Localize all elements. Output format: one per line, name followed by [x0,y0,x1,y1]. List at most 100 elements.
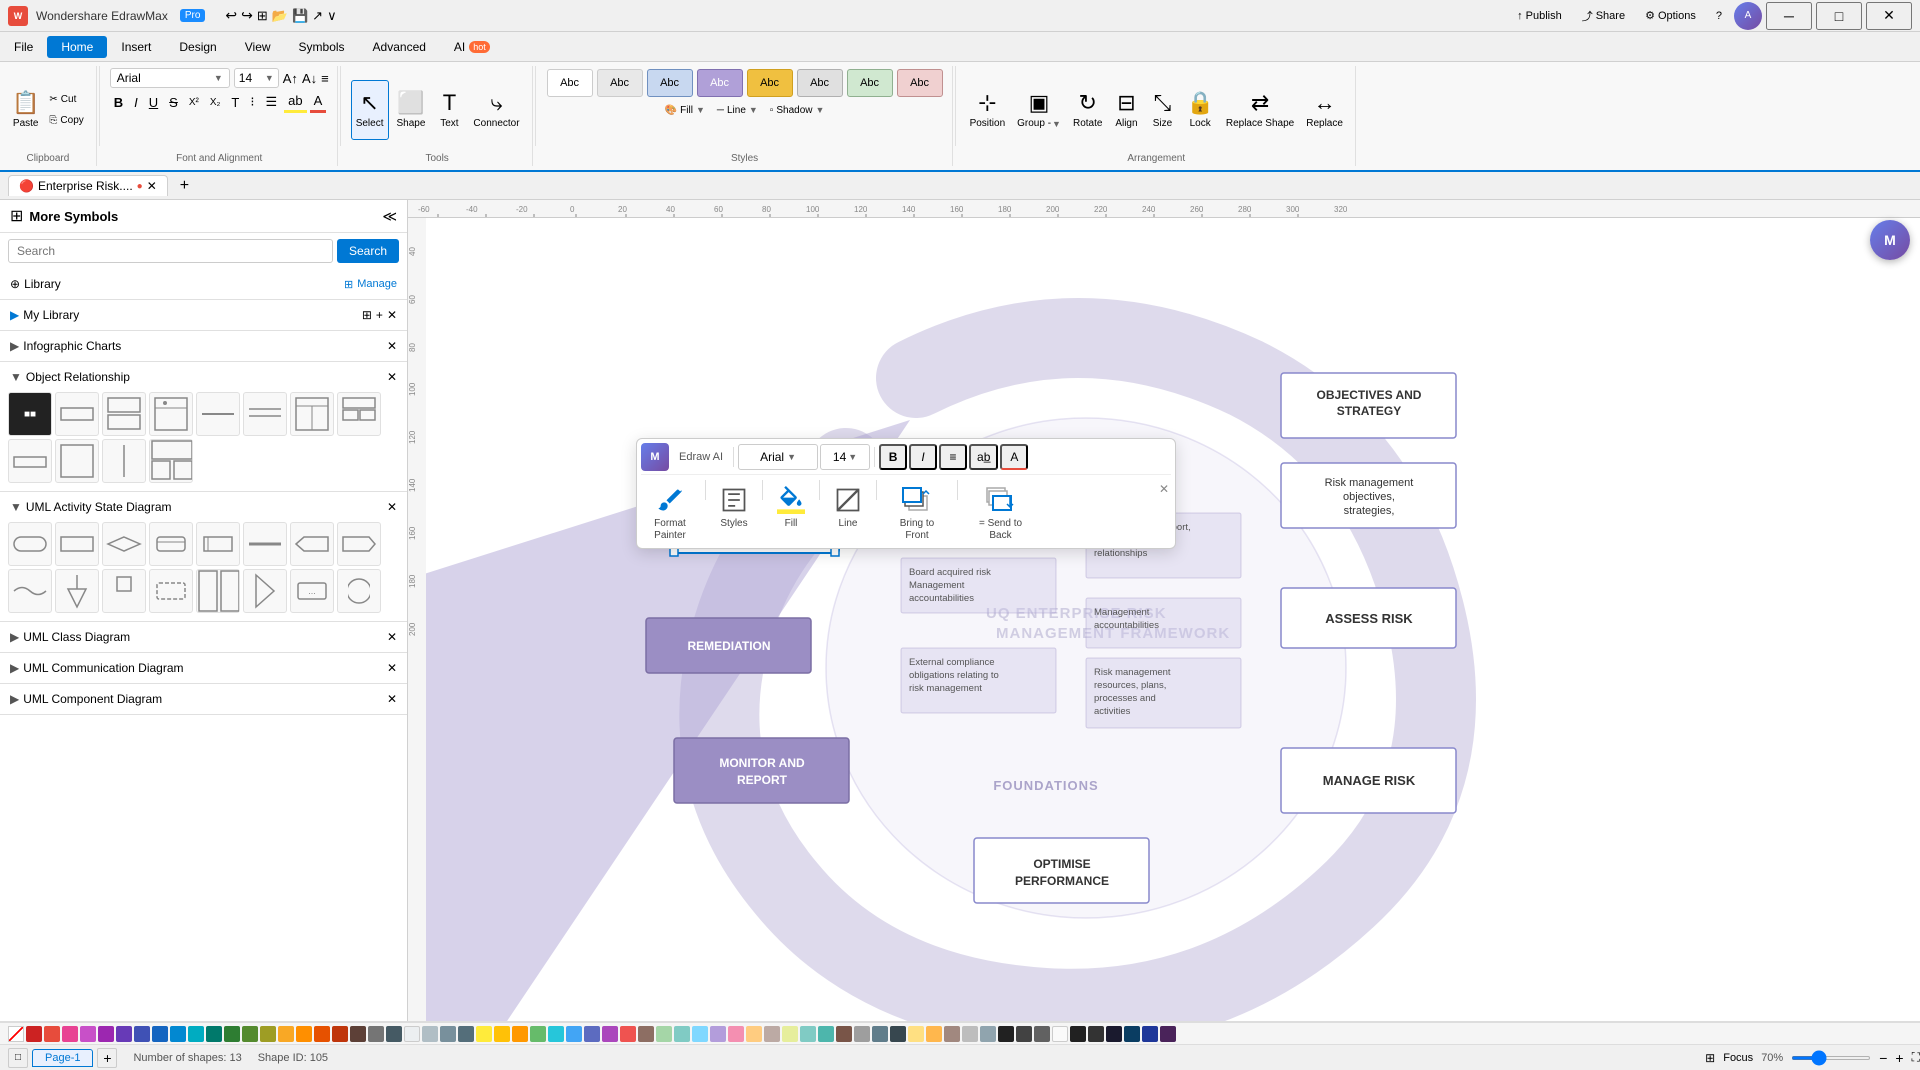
shape-item[interactable] [102,392,146,436]
ft-underline-btn[interactable]: ab̲ [969,444,998,470]
replace-shape-btn[interactable]: ⇄ Replace Shape [1222,80,1298,140]
shape-item[interactable] [243,392,287,436]
color-swatch[interactable] [224,1026,240,1042]
ft-close-btn[interactable]: ✕ [1157,480,1171,498]
collapse-sidebar-btn[interactable]: ≪ [382,208,397,225]
shape-tool-btn[interactable]: ⬜ Shape [393,80,430,140]
replace-btn[interactable]: ↔ Replace [1302,80,1347,140]
bold-btn[interactable]: B [110,93,127,112]
library-header[interactable]: ⊕ Library ⊞ Manage [0,273,407,295]
fill-btn[interactable]: 🎨Fill▼ [661,100,709,120]
font-size-selector[interactable]: 14 ▼ [234,68,279,88]
uml-comp-header[interactable]: ▶ UML Component Diagram ✕ [0,688,407,710]
menu-item-home[interactable]: Home [47,36,107,58]
color-swatch[interactable] [422,1026,438,1042]
ft-font-size[interactable]: 14 ▼ [820,444,870,470]
shape-item[interactable] [55,569,99,613]
lock-btn[interactable]: 🔒 Lock [1182,80,1217,140]
font-decrease-btn[interactable]: A↓ [302,71,317,86]
color-swatch[interactable] [530,1026,546,1042]
color-swatch[interactable] [566,1026,582,1042]
color-swatch[interactable] [674,1026,690,1042]
ai-assistant-panel[interactable]: M [1870,220,1910,260]
shape-item[interactable] [8,522,52,566]
color-swatch[interactable] [710,1026,726,1042]
color-swatch[interactable] [998,1026,1014,1042]
color-swatch[interactable] [962,1026,978,1042]
color-swatch[interactable] [440,1026,456,1042]
shape-item[interactable] [243,522,287,566]
color-swatch[interactable] [1088,1026,1104,1042]
color-swatch[interactable] [1106,1026,1122,1042]
shape-item[interactable] [196,392,240,436]
color-swatch[interactable] [368,1026,384,1042]
shape-item[interactable] [196,569,240,613]
search-input[interactable] [8,239,333,263]
color-swatch[interactable] [620,1026,636,1042]
fullscreen-btn[interactable]: ⛶ [1912,1050,1920,1065]
redo-btn[interactable]: ↪ [241,7,253,24]
style-thumb-8[interactable]: Abc [897,69,943,97]
color-swatch[interactable] [386,1026,402,1042]
shape-item[interactable] [102,569,146,613]
underline-btn[interactable]: U [145,93,162,112]
italic-btn[interactable]: I [130,93,142,112]
style-thumb-4[interactable]: Abc [697,69,743,97]
shape-item[interactable] [290,392,334,436]
file-tab-0[interactable]: 🔴 Enterprise Risk.... ● ✕ [8,175,168,196]
color-swatch[interactable] [746,1026,762,1042]
uml-comm-close-icon[interactable]: ✕ [387,661,397,675]
menu-item-file[interactable]: File [0,36,47,58]
my-lib-add-icon[interactable]: + [376,308,383,322]
add-page-btn[interactable]: + [97,1048,117,1068]
color-swatch[interactable] [728,1026,744,1042]
rotate-btn[interactable]: ↻ Rotate [1069,80,1106,140]
shape-item[interactable] [8,439,52,483]
color-swatch[interactable] [1160,1026,1176,1042]
save-btn[interactable]: 💾 [292,8,308,24]
superscript-btn[interactable]: X² [185,95,203,110]
color-swatch[interactable] [44,1026,60,1042]
shape-item[interactable]: ■■ [8,392,52,436]
highlight-btn[interactable]: ab [284,91,306,113]
minimize-btn[interactable]: ─ [1766,2,1812,30]
menu-item-design[interactable]: Design [165,36,230,58]
infographic-header[interactable]: ▶ Infographic Charts ✕ [0,335,407,357]
shape-item[interactable] [102,522,146,566]
color-swatch[interactable] [872,1026,888,1042]
style-thumb-7[interactable]: Abc [847,69,893,97]
color-swatch[interactable] [584,1026,600,1042]
shape-item[interactable]: ... [290,569,334,613]
color-swatch[interactable] [908,1026,924,1042]
size-btn[interactable]: ⤡ Size [1146,80,1178,140]
align-btn[interactable]: ⊟ Align [1110,80,1142,140]
new-tab-btn[interactable]: + [172,174,197,198]
color-swatch[interactable] [854,1026,870,1042]
options-btn[interactable]: ⚙Options [1637,6,1704,25]
color-swatch[interactable] [1052,1026,1068,1042]
color-swatch[interactable] [890,1026,906,1042]
color-swatch[interactable] [314,1026,330,1042]
undo-btn[interactable]: ↩ [225,7,237,24]
uml-activity-header[interactable]: ▼ UML Activity State Diagram ✕ [0,496,407,518]
font-increase-btn[interactable]: A↑ [283,71,298,86]
ft-line[interactable]: Line [826,480,870,544]
select-tool-btn[interactable]: ↖ Select [351,80,389,140]
export-btn[interactable]: ↗ [312,8,323,24]
shape-item[interactable] [149,522,193,566]
color-swatch[interactable] [278,1026,294,1042]
search-button[interactable]: Search [337,239,399,263]
ft-fontcolor-btn[interactable]: A [1000,444,1028,470]
menu-item-insert[interactable]: Insert [107,36,165,58]
my-lib-close-icon[interactable]: ✕ [387,308,397,322]
zoom-in-btn[interactable]: + [1895,1050,1903,1066]
color-swatch[interactable] [512,1026,528,1042]
ft-font-selector[interactable]: Arial ▼ [738,444,818,470]
uml-cls-close-icon[interactable]: ✕ [387,630,397,644]
ft-styles[interactable]: Styles [712,480,756,544]
canvas[interactable]: UQ ENTERPRISE RISK MANAGEMENT FRAMEWORK … [426,218,1920,1021]
menu-item-view[interactable]: View [231,36,285,58]
style-thumb-1[interactable]: Abc [547,69,593,97]
uml-class-header[interactable]: ▶ UML Class Diagram ✕ [0,626,407,648]
color-swatch[interactable] [800,1026,816,1042]
